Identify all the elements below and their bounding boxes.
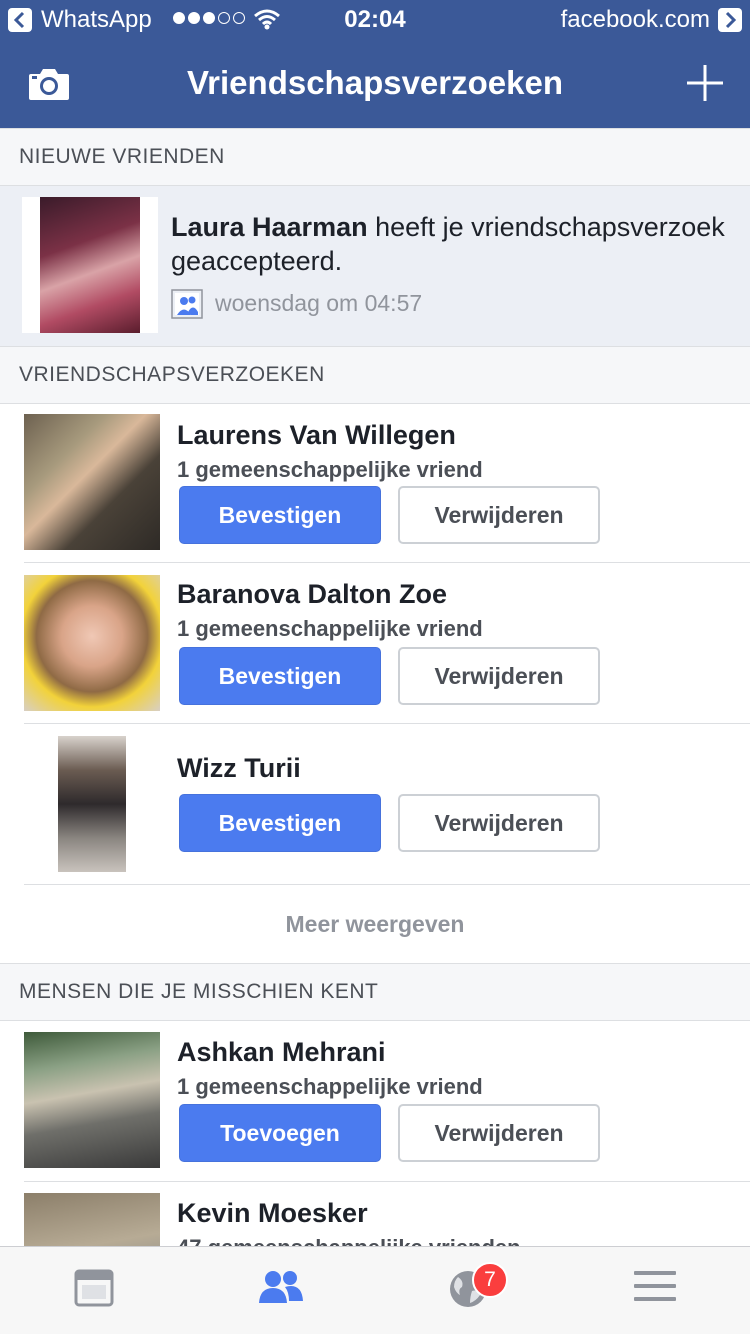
forward-to-site-icon[interactable] <box>718 8 742 32</box>
tab-friend-requests[interactable] <box>187 1247 374 1334</box>
tab-notifications[interactable] <box>374 1247 561 1334</box>
tab-menu[interactable] <box>561 1247 748 1334</box>
list-item: Laurens Van Willegen 1 gemeenschappelijk… <box>24 404 750 563</box>
delete-button[interactable]: Verwijderen <box>398 647 600 705</box>
request-name[interactable]: Wizz Turii <box>177 753 301 784</box>
menu-icon <box>633 1271 676 1301</box>
site-label[interactable]: facebook.com <box>561 6 710 34</box>
friends-small-icon <box>171 289 203 319</box>
page-title: Vriendschapsverzoeken <box>186 64 564 101</box>
notification-meta: woensdag om 04:57 <box>171 287 422 319</box>
delete-button[interactable]: Verwijderen <box>398 486 600 544</box>
notification-text: Laura Haarman heeft je vriendschapsverzo… <box>171 210 731 278</box>
status-bar: WhatsApp 02:04 facebook.com <box>0 0 750 40</box>
new-friend-notification[interactable]: Laura Haarman heeft je vriendschapsverzo… <box>0 186 750 346</box>
request-name[interactable]: Laurens Van Willegen <box>177 420 456 451</box>
list-item: Kevin Moesker 47 gemeenschappelijke vrie… <box>24 1182 750 1246</box>
section-title: MENSEN DIE JE MISSCHIEN KENT <box>19 980 379 1003</box>
add-friend-button[interactable]: Toevoegen <box>179 1104 381 1162</box>
avatar[interactable] <box>24 414 160 550</box>
confirm-button[interactable]: Bevestigen <box>179 486 381 544</box>
nav-bar: Vriendschapsverzoeken <box>0 40 750 128</box>
list-item: Baranova Dalton Zoe 1 gemeenschappelijke… <box>24 563 750 724</box>
section-header-new-friends: NIEUWE VRIENDEN <box>0 128 750 186</box>
tab-bar <box>0 1246 750 1334</box>
tab-news-feed[interactable] <box>0 1247 187 1334</box>
section-header-suggestions: MENSEN DIE JE MISSCHIEN KENT <box>0 963 750 1021</box>
mutual-friends-label[interactable]: 1 gemeenschappelijke vriend <box>177 457 483 483</box>
avatar[interactable] <box>22 197 158 333</box>
friend-requests-icon <box>258 1271 303 1303</box>
list-item: Wizz Turii Bevestigen Verwijderen <box>24 724 750 885</box>
confirm-button[interactable]: Bevestigen <box>179 794 381 852</box>
delete-button[interactable]: Verwijderen <box>398 1104 600 1162</box>
mutual-friends-label[interactable]: 47 gemeenschappelijke vrienden <box>177 1235 521 1246</box>
show-more-button[interactable]: Meer weergeven <box>0 885 750 963</box>
request-name[interactable]: Baranova Dalton Zoe <box>177 579 447 610</box>
mutual-friends-label[interactable]: 1 gemeenschappelijke vriend <box>177 616 483 642</box>
avatar[interactable] <box>58 736 126 872</box>
confirm-button[interactable]: Bevestigen <box>179 647 381 705</box>
notification-name: Laura Haarman <box>171 212 368 242</box>
mutual-friends-label[interactable]: 1 gemeenschappelijke vriend <box>177 1074 483 1100</box>
notifications-badge[interactable]: 7 <box>472 1262 508 1298</box>
avatar[interactable] <box>24 1032 160 1168</box>
avatar[interactable] <box>24 1193 160 1246</box>
suggestion-name[interactable]: Kevin Moesker <box>177 1198 368 1229</box>
section-title: NIEUWE VRIENDEN <box>19 145 225 168</box>
section-header-requests: VRIENDSCHAPSVERZOEKEN <box>0 346 750 404</box>
news-feed-icon <box>74 1269 113 1307</box>
suggestion-name[interactable]: Ashkan Mehrani <box>177 1037 386 1068</box>
notification-time: woensdag om 04:57 <box>215 289 423 316</box>
delete-button[interactable]: Verwijderen <box>398 794 600 852</box>
list-item: Ashkan Mehrani 1 gemeenschappelijke vrie… <box>24 1021 750 1182</box>
plus-icon[interactable] <box>686 64 724 102</box>
avatar[interactable] <box>24 575 160 711</box>
section-title: VRIENDSCHAPSVERZOEKEN <box>19 363 325 386</box>
